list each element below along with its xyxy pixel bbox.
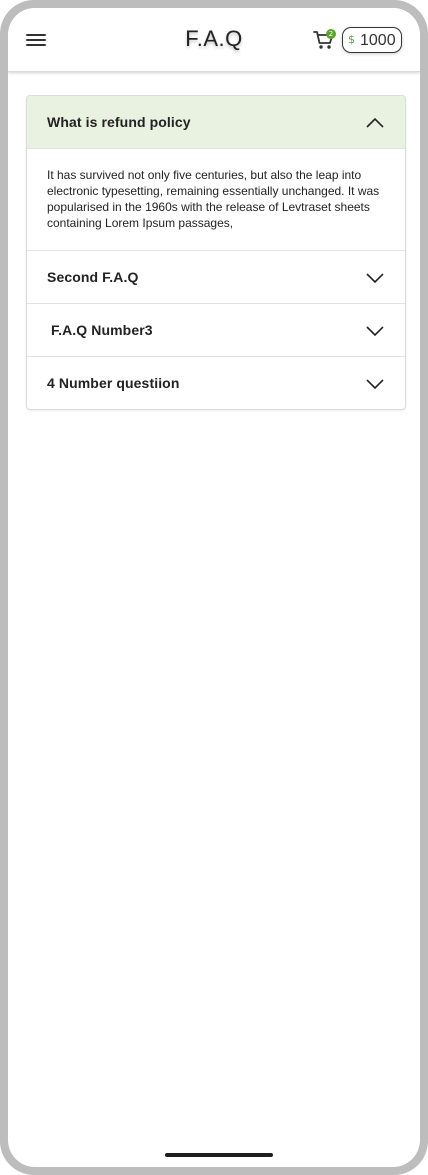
faq-item: What is refund policy It has survived no… xyxy=(27,96,405,250)
cart-button[interactable]: 2 xyxy=(312,28,336,52)
chevron-down-icon xyxy=(366,273,384,284)
chevron-down-icon xyxy=(366,379,384,390)
coin-balance-pill[interactable]: $ 1000 xyxy=(342,27,402,53)
faq-item: 4 Number questiion xyxy=(27,356,405,409)
faq-header-second[interactable]: Second F.A.Q xyxy=(27,250,405,303)
cart-count-badge: 2 xyxy=(326,29,336,39)
faq-question: 4 Number questiion xyxy=(47,375,180,391)
faq-accordion: What is refund policy It has survived no… xyxy=(26,95,406,410)
screen: F.A.Q 2 $ 1000 What is refund policy It … xyxy=(8,8,420,1167)
chevron-up-icon xyxy=(366,117,384,128)
faq-question: F.A.Q Number3 xyxy=(47,322,153,338)
faq-header-number3[interactable]: F.A.Q Number3 xyxy=(27,303,405,356)
faq-header-refund-policy[interactable]: What is refund policy xyxy=(27,96,405,149)
faq-header-number4[interactable]: 4 Number questiion xyxy=(27,356,405,409)
faq-item: F.A.Q Number3 xyxy=(27,303,405,356)
faq-item: Second F.A.Q xyxy=(27,250,405,303)
app-bar: F.A.Q 2 $ 1000 xyxy=(8,8,420,72)
coin-balance: 1000 xyxy=(360,32,396,49)
device-frame: F.A.Q 2 $ 1000 What is refund policy It … xyxy=(0,0,428,1175)
faq-answer: It has survived not only five centuries,… xyxy=(47,168,380,230)
coin-icon: $ xyxy=(348,33,355,46)
faq-question: Second F.A.Q xyxy=(47,269,139,285)
chevron-down-icon xyxy=(366,326,384,337)
faq-question: What is refund policy xyxy=(47,114,191,130)
home-indicator[interactable] xyxy=(165,1153,273,1157)
